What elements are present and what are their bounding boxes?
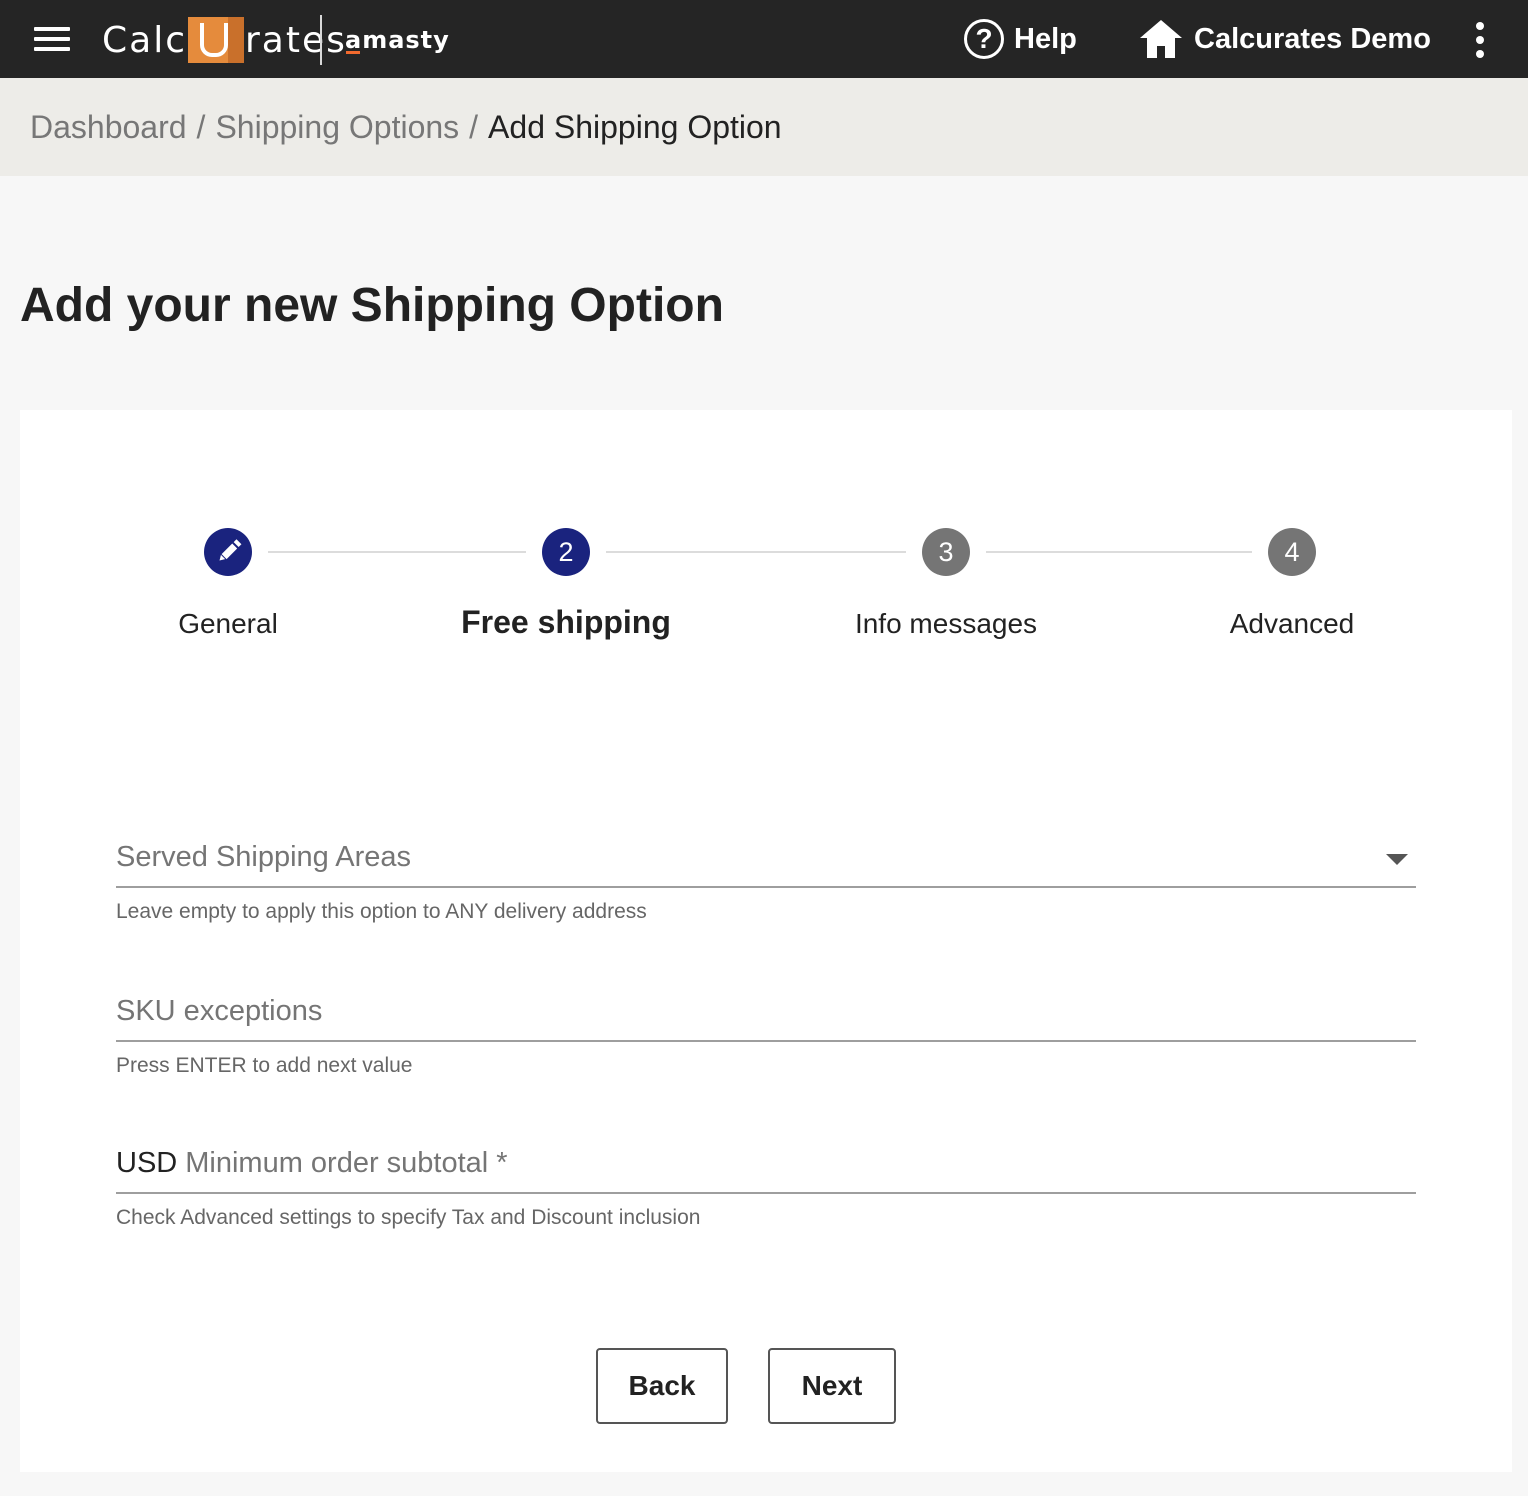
min-subtotal-hint: Check Advanced settings to specify Tax a… bbox=[116, 1206, 701, 1229]
breadcrumb-separator: / bbox=[196, 108, 206, 145]
step-label: Advanced bbox=[1229, 608, 1355, 639]
shipping-areas-select[interactable]: Served Shipping Areas bbox=[116, 828, 1416, 888]
step-status-completed bbox=[204, 528, 252, 576]
shipping-areas-field: Served Shipping Areas Leave empty to app… bbox=[116, 828, 1416, 924]
page-title: Add your new Shipping Option bbox=[20, 279, 724, 332]
shipping-areas-placeholder: Served Shipping Areas bbox=[116, 840, 412, 873]
step-label: Info messages bbox=[854, 608, 1038, 639]
calcurates-logo[interactable]: Calc rates bbox=[102, 14, 347, 66]
back-button[interactable]: Back bbox=[596, 1348, 728, 1424]
logo-text-left: Calc bbox=[102, 19, 187, 61]
more-vert-icon[interactable] bbox=[1466, 20, 1494, 60]
step-general[interactable]: General bbox=[78, 528, 378, 640]
step-number: 4 bbox=[1268, 528, 1316, 576]
currency-prefix: USD bbox=[116, 1146, 178, 1179]
step-info-messages[interactable]: 3 Info messages bbox=[796, 528, 1096, 640]
help-link[interactable]: ? Help bbox=[964, 18, 1077, 60]
next-button[interactable]: Next bbox=[768, 1348, 896, 1424]
shipping-areas-hint: Leave empty to apply this option to ANY … bbox=[116, 900, 647, 923]
store-link[interactable]: Calcurates Demo bbox=[1140, 18, 1431, 60]
sku-exceptions-input[interactable]: SKU exceptions bbox=[116, 982, 1416, 1042]
logo-text-right: rates bbox=[245, 19, 347, 61]
step-number: 3 bbox=[922, 528, 970, 576]
step-number: 2 bbox=[542, 528, 590, 576]
home-icon bbox=[1140, 20, 1182, 58]
help-label: Help bbox=[1014, 22, 1077, 55]
step-label: Free shipping bbox=[461, 604, 671, 640]
top-app-bar: Calc rates amasty ? Help Calcurates Demo bbox=[0, 0, 1528, 78]
pencil-icon bbox=[212, 536, 243, 567]
sku-exceptions-field: SKU exceptions Press ENTER to add next v… bbox=[116, 982, 1416, 1078]
breadcrumb-separator: / bbox=[469, 108, 479, 145]
logo-u-mark bbox=[188, 17, 244, 63]
min-subtotal-input[interactable]: USD Minimum order subtotal * bbox=[116, 1134, 1416, 1194]
amasty-logo-mark bbox=[346, 51, 360, 54]
step-advanced[interactable]: 4 Advanced bbox=[1142, 528, 1442, 640]
step-free-shipping[interactable]: 2 Free shipping bbox=[416, 528, 716, 641]
header-divider bbox=[320, 15, 322, 65]
store-name: Calcurates Demo bbox=[1194, 22, 1431, 55]
dropdown-arrow-icon[interactable] bbox=[1386, 854, 1408, 865]
breadcrumb: Dashboard / Shipping Options / Add Shipp… bbox=[0, 78, 1528, 176]
min-subtotal-field: USD Minimum order subtotal * Check Advan… bbox=[116, 1134, 1416, 1230]
hamburger-menu-icon[interactable] bbox=[30, 22, 74, 56]
sku-exceptions-placeholder: SKU exceptions bbox=[116, 994, 323, 1027]
step-label: General bbox=[178, 608, 278, 639]
form-card: General 2 Free shipping 3 Info messages … bbox=[20, 410, 1512, 1472]
breadcrumb-shipping-options[interactable]: Shipping Options bbox=[215, 109, 459, 146]
amasty-logo: amasty bbox=[345, 26, 450, 54]
breadcrumb-dashboard[interactable]: Dashboard bbox=[30, 109, 187, 146]
sku-exceptions-hint: Press ENTER to add next value bbox=[116, 1054, 413, 1077]
help-circle-icon: ? bbox=[964, 19, 1004, 59]
min-subtotal-placeholder: Minimum order subtotal * bbox=[185, 1146, 508, 1179]
breadcrumb-current: Add Shipping Option bbox=[488, 108, 782, 145]
